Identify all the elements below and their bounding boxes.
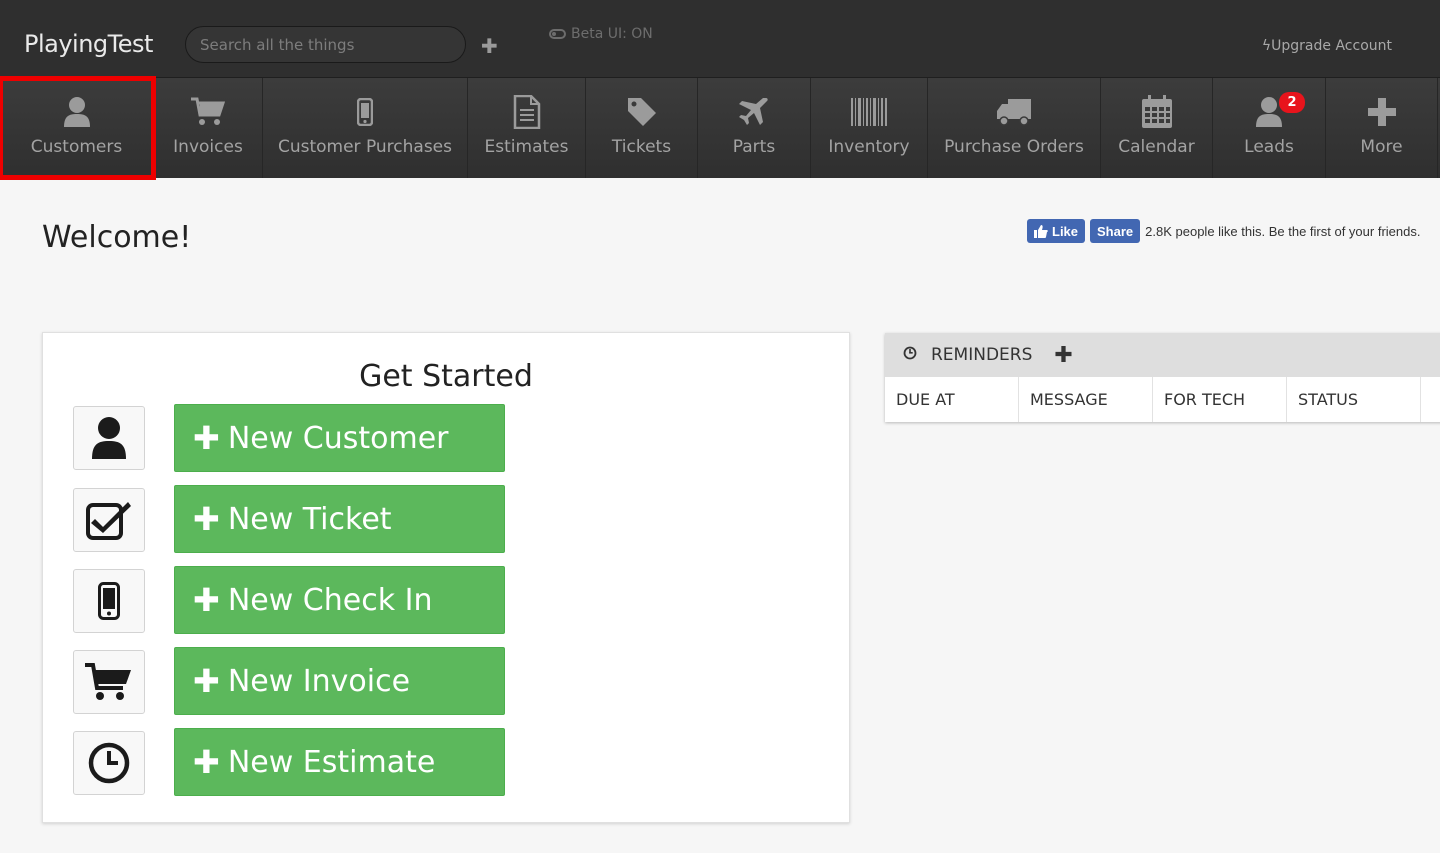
column-header-status[interactable]: STATUS [1287,377,1421,422]
search-input[interactable] [185,26,466,63]
clock-icon [903,345,917,365]
plus-icon: ✚ [193,419,220,457]
beta-ui-label: Beta UI: ON [571,26,653,42]
bolt-icon: ϟ [1261,38,1272,54]
document-icon [513,95,541,129]
leads-count-badge: 2 [1279,92,1305,113]
calendar-icon [1141,95,1173,129]
nav-item-customer-purchases[interactable]: Customer Purchases [263,78,468,178]
button-label: New Invoice [227,663,411,699]
mobile-icon [357,95,373,129]
column-header-for-tech[interactable]: FOR TECH [1153,377,1287,422]
cart-icon [85,663,131,700]
toggle-icon [549,29,566,39]
upgrade-account-link[interactable]: ϟUpgrade Account [1262,38,1392,54]
brand-name[interactable]: PlayingTest [24,30,153,58]
reminders-table-header: DUE AT MESSAGE FOR TECH STATUS [885,377,1440,422]
get-started-title: Get Started [359,359,533,394]
nav-item-inventory[interactable]: Inventory [811,78,928,178]
facebook-widget: Like Share 2.8K people like this. Be the… [1027,219,1420,243]
nav-label: Leads [1244,137,1294,157]
ticket-shortcut-icon-button[interactable] [73,488,145,552]
estimate-shortcut-icon-button[interactable] [73,731,145,795]
new-ticket-button[interactable]: ✚ New Ticket [174,485,505,553]
plus-icon: ✚ [193,743,220,781]
nav-item-customers[interactable]: Customers [0,76,156,180]
column-header-due-at[interactable]: DUE AT [885,377,1019,422]
main-nav: Customers Invoices Customer Purchases Es… [0,76,1440,180]
plus-icon: ✚ [193,662,220,700]
plus-icon: ✚ [193,581,220,619]
nav-label: Customers [30,137,123,157]
new-invoice-button[interactable]: ✚ New Invoice [174,647,505,715]
facebook-like-count: 2.8K people like this. Be the first of y… [1145,223,1421,239]
button-label: New Customer [227,420,449,456]
nav-item-purchase-orders[interactable]: Purchase Orders [928,78,1101,178]
page-title: Welcome! [42,220,192,255]
beta-ui-toggle[interactable]: Beta UI: ON [549,26,653,42]
barcode-icon [850,95,888,129]
nav-label: Tickets [611,137,672,157]
top-bar: PlayingTest ✚ Beta UI: ON ϟUpgrade Accou… [0,0,1440,77]
upgrade-label: Upgrade Account [1271,38,1392,54]
checkbox-icon [86,502,131,540]
plus-icon [1367,95,1396,129]
clock-icon [88,742,130,784]
check-in-shortcut-icon-button[interactable] [73,569,145,633]
nav-label: Estimates [484,137,569,157]
add-reminder-button[interactable]: ✚ [1054,343,1072,368]
nav-label: Purchase Orders [944,137,1084,157]
cart-icon [191,95,225,129]
nav-item-invoices[interactable]: Invoices [154,78,263,178]
button-label: New Estimate [227,744,436,780]
facebook-share-button[interactable]: Share [1090,219,1141,243]
new-estimate-button[interactable]: ✚ New Estimate [174,728,505,796]
nav-label: Inventory [828,137,910,157]
customer-shortcut-icon-button[interactable] [73,406,145,470]
nav-label: Customer Purchases [277,137,453,157]
nav-item-parts[interactable]: Parts [698,78,811,178]
nav-item-tickets[interactable]: Tickets [586,78,698,178]
reminders-title: REMINDERS [931,345,1033,365]
facebook-like-button[interactable]: Like [1027,219,1086,243]
get-started-panel: Get Started ✚ New Customer ✚ New Ticket ✚ N… [42,332,850,823]
nav-label: Parts [732,137,776,157]
mobile-icon [98,582,120,620]
column-header-message[interactable]: MESSAGE [1019,377,1153,422]
reminders-panel: REMINDERS ✚ DUE AT MESSAGE FOR TECH STAT… [885,333,1440,422]
nav-item-estimates[interactable]: Estimates [468,78,586,178]
nav-item-leads[interactable]: Leads 2 [1213,78,1326,178]
invoice-shortcut-icon-button[interactable] [73,650,145,714]
tag-icon [626,95,658,129]
new-customer-button[interactable]: ✚ New Customer [174,404,505,472]
like-label: Like [1052,223,1079,239]
plane-icon [738,95,770,129]
nav-item-calendar[interactable]: Calendar [1101,78,1213,178]
truck-icon [996,95,1032,129]
nav-item-more[interactable]: More [1326,78,1438,178]
user-icon [92,417,126,459]
plus-icon[interactable]: ✚ [481,34,498,59]
nav-label: More [1360,137,1403,157]
button-label: New Check In [227,582,433,618]
plus-icon: ✚ [193,500,220,538]
user-icon [63,95,91,129]
reminders-header: REMINDERS ✚ [885,333,1440,377]
new-check-in-button[interactable]: ✚ New Check In [174,566,505,634]
nav-label: Calendar [1118,137,1195,157]
thumbs-up-icon [1034,224,1048,238]
button-label: New Ticket [227,501,392,537]
nav-label: Invoices [173,137,243,157]
